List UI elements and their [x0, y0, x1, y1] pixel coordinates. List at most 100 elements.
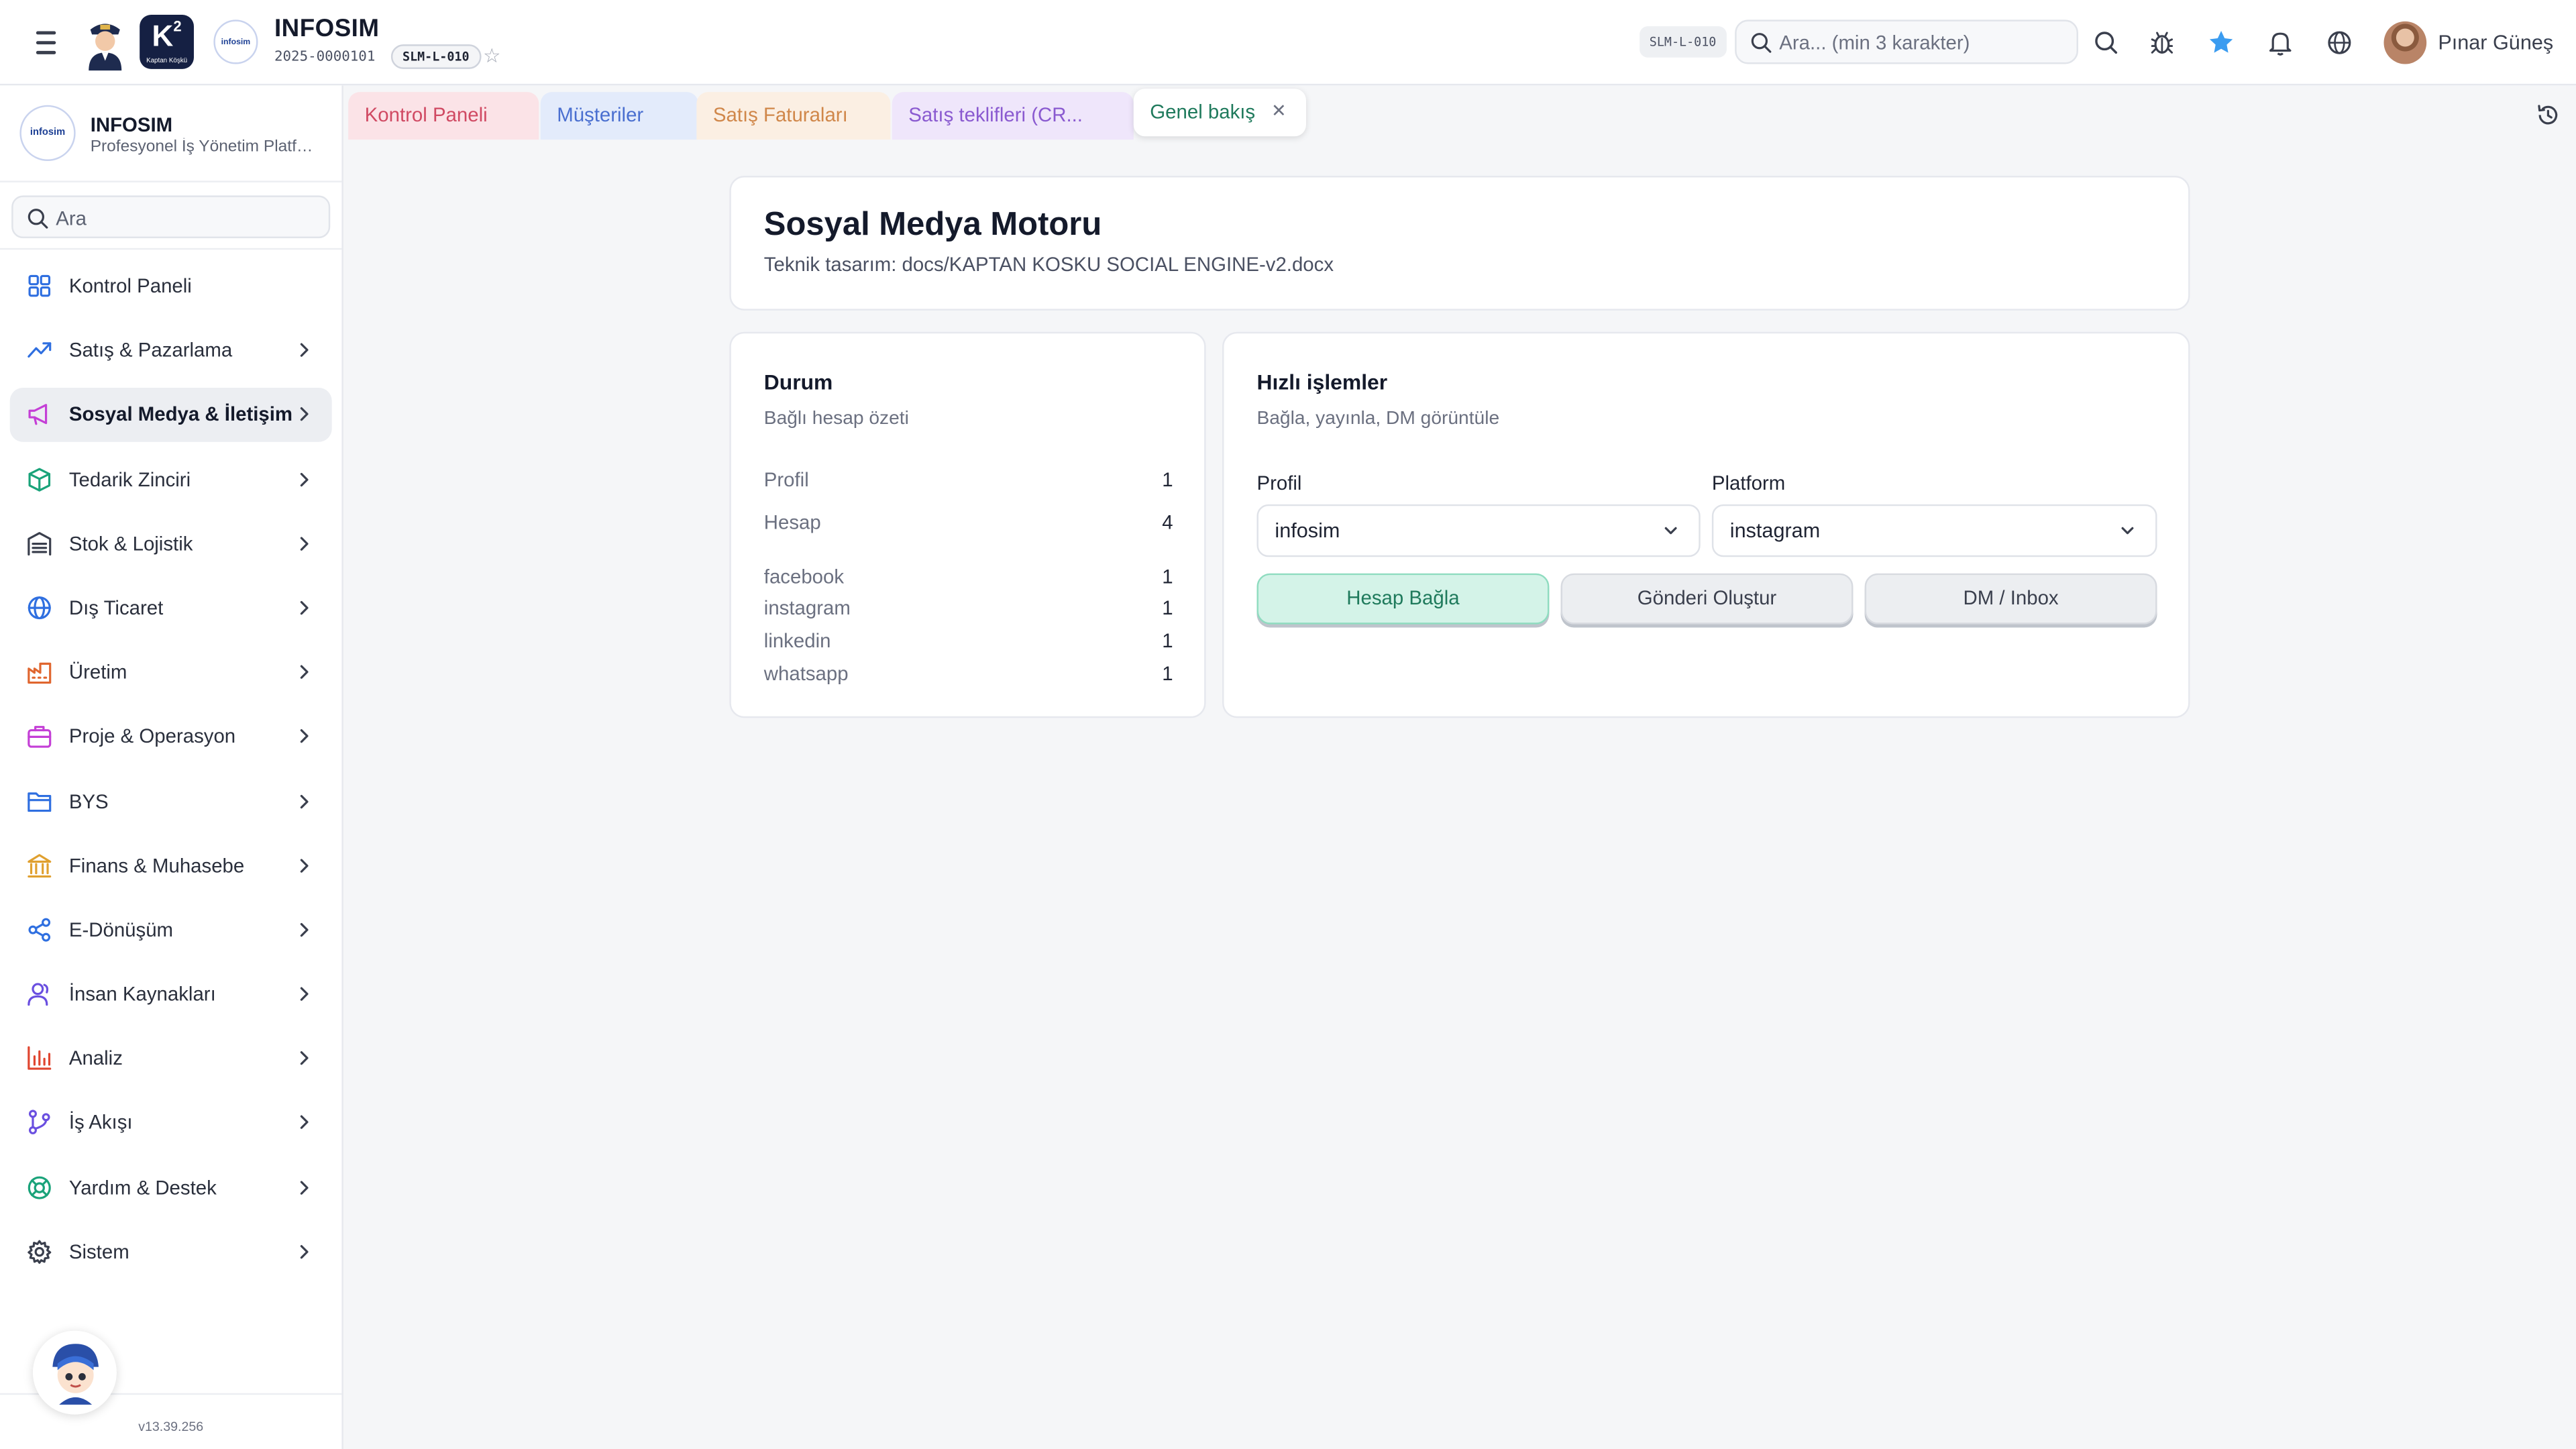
package-icon — [28, 467, 51, 491]
tab-3[interactable]: Satış teklifleri (CR... — [892, 92, 1134, 140]
sidebar-search-input[interactable] — [56, 203, 319, 233]
sidebar-item-label: Satış & Pazarlama — [68, 338, 233, 362]
search-icon — [28, 209, 48, 229]
sidebar-item-sosyal-medya-i-letişim[interactable]: Sosyal Medya & İletişim — [9, 388, 332, 443]
sidebar-item-label: Analiz — [68, 1046, 123, 1070]
chevron-right-icon — [300, 343, 309, 358]
global-search[interactable] — [1735, 19, 2078, 64]
starred-icon[interactable] — [2206, 28, 2236, 58]
bell-icon[interactable] — [2265, 28, 2295, 58]
screen-code-badge: SLM-L-010 — [1640, 26, 1727, 58]
connect-account-button[interactable]: Hesap Bağla — [1256, 573, 1550, 625]
sidebar-item-label: Sistem — [68, 1240, 129, 1263]
sidebar-item-label: Proje & Operasyon — [68, 724, 236, 749]
platform-count: 1 — [1162, 661, 1173, 686]
search-icon[interactable] — [2092, 28, 2121, 58]
sidebar-item-label: Stok & Lojistik — [68, 531, 193, 555]
platform-select[interactable]: instagram — [1711, 504, 2157, 557]
history-icon[interactable] — [2535, 102, 2561, 128]
stat-value: 1 — [1162, 468, 1173, 492]
brand-code: 2025-0000101 — [274, 49, 376, 66]
sidebar-title: INFOSIM — [90, 113, 173, 137]
divider — [0, 248, 342, 250]
sidebar-item-e-dönüşüm[interactable]: E-Dönüşüm — [10, 904, 332, 958]
warehouse-icon — [28, 531, 52, 555]
trending-up-icon — [28, 342, 52, 358]
share-icon — [28, 918, 51, 942]
chevron-right-icon — [300, 407, 309, 422]
close-icon[interactable]: ✕ — [1271, 89, 1287, 136]
tab-2[interactable]: Satış Faturaları — [696, 92, 891, 140]
sidebar-subtitle: Profesyonel İş Yönetim Platformu — [90, 138, 321, 156]
sidebar-item-bys[interactable]: BYS — [10, 775, 332, 829]
bank-icon — [28, 853, 52, 877]
bug-icon[interactable] — [2147, 28, 2177, 58]
company-logo: infosim — [213, 19, 258, 64]
chevron-right-icon — [300, 665, 309, 680]
sidebar-item-label: Yardım & Destek — [68, 1175, 217, 1199]
gear-icon — [28, 1240, 52, 1264]
user-name[interactable]: Pınar Güneş — [2438, 32, 2553, 54]
platform-count: 1 — [1162, 596, 1173, 620]
tab-label: Satış Faturaları — [712, 103, 848, 127]
tab-4[interactable]: Genel bakış ✕ — [1133, 89, 1306, 137]
sidebar-item-satış-pazarlama[interactable]: Satış & Pazarlama — [10, 324, 332, 378]
assistant-mascot-icon[interactable] — [32, 1330, 117, 1415]
k2-logo-caption: Kaptan Köşkü — [146, 56, 188, 64]
sidebar-item-label: Dış Ticaret — [68, 596, 164, 620]
sidebar-item-label: Tedarik Zinciri — [68, 467, 191, 491]
stat-row-profile: Profil 1 — [764, 468, 1173, 491]
tab-label: Kontrol Paneli — [364, 103, 488, 127]
quick-actions-card: Hızlı işlemler Bağla, yayınla, DM görünt… — [1222, 331, 2190, 718]
page-title: Sosyal Medya Motoru — [763, 207, 1102, 244]
profile-select[interactable]: infosim — [1256, 504, 1701, 557]
sidebar-item-analiz[interactable]: Analiz — [10, 1032, 332, 1087]
platform-row-instagram: instagram 1 — [764, 596, 1173, 619]
sidebar-item-proje-operasyon[interactable]: Proje & Operasyon — [10, 710, 332, 765]
chevron-down-icon — [2121, 527, 2134, 535]
chevron-right-icon — [300, 729, 309, 744]
sidebar-item-dış-ticaret[interactable]: Dış Ticaret — [10, 582, 332, 636]
tab-1[interactable]: Müşteriler — [540, 92, 698, 140]
sidebar-item-i-ş-akışı[interactable]: İş Akışı — [10, 1097, 332, 1151]
platform-label: linkedin — [763, 629, 831, 653]
chevron-right-icon — [300, 987, 309, 1001]
sidebar-item-üretim[interactable]: Üretim — [10, 646, 332, 700]
platform-count: 1 — [1162, 629, 1173, 653]
sidebar-item-yardım-destek[interactable]: Yardım & Destek — [10, 1161, 332, 1216]
tab-label: Müşteriler — [557, 103, 644, 127]
app-version: v13.39.256 — [138, 1419, 204, 1434]
platform-label: whatsapp — [763, 661, 849, 686]
language-globe-icon[interactable] — [2324, 28, 2354, 58]
sidebar-item-i-nsan-kaynakları[interactable]: İnsan Kaynakları — [10, 968, 332, 1022]
profile-select-value: infosim — [1275, 519, 1340, 543]
create-post-button[interactable]: Gönderi Oluştur — [1560, 573, 1854, 625]
sidebar-item-kontrol-paneli[interactable]: Kontrol Paneli — [10, 260, 332, 314]
profile-label: Profil — [1256, 471, 1302, 495]
sidebar-nav: Kontrol Paneli Satış & Pazarlama Sosyal Me… — [9, 260, 332, 1290]
sidebar-item-tedarik-zinciri[interactable]: Tedarik Zinciri — [10, 453, 332, 507]
chevron-right-icon — [300, 472, 309, 486]
users-icon — [28, 983, 49, 1006]
sidebar: infosim INFOSIM Profesyonel İş Yönetim P… — [0, 85, 343, 1449]
menu-toggle-icon[interactable] — [30, 28, 62, 58]
tab-0[interactable]: Kontrol Paneli — [348, 92, 539, 140]
sidebar-item-sistem[interactable]: Sistem — [10, 1225, 332, 1279]
grid-icon — [28, 274, 51, 297]
tab-label: Genel bakış — [1150, 100, 1256, 123]
sidebar-logo: infosim — [19, 105, 76, 162]
dm-inbox-button[interactable]: DM / Inbox — [1864, 573, 2157, 625]
platform-row-facebook: facebook 1 — [764, 565, 1173, 588]
stat-row-account: Hesap 4 — [764, 511, 1173, 534]
favorite-star-icon[interactable]: ☆ — [483, 45, 504, 68]
bar-chart-icon — [28, 1046, 52, 1071]
global-search-input[interactable] — [1779, 28, 2067, 58]
sidebar-item-stok-lojistik[interactable]: Stok & Lojistik — [10, 517, 332, 572]
sidebar-search[interactable] — [11, 195, 331, 239]
git-branch-icon — [28, 1110, 50, 1135]
page-subtitle: Teknik tasarım: docs/KAPTAN KOSKU SOCIAL… — [763, 253, 1334, 276]
chevron-down-icon — [1664, 527, 1677, 535]
sidebar-item-finans-muhasebe[interactable]: Finans & Muhasebe — [10, 839, 332, 894]
user-avatar[interactable] — [2383, 21, 2427, 64]
sidebar-item-label: Kontrol Paneli — [68, 274, 192, 298]
